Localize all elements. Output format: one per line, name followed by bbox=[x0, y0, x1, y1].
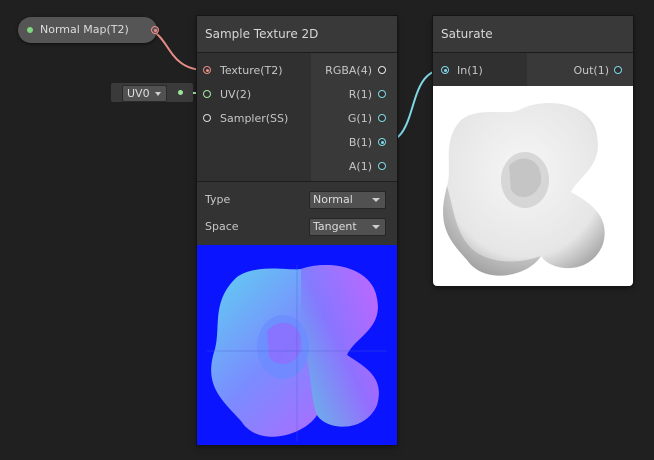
normal-map-property-node[interactable]: Normal Map(T2) bbox=[18, 17, 159, 43]
saturate-output-out[interactable]: Out(1) bbox=[527, 64, 633, 84]
uv-input-port[interactable] bbox=[203, 90, 211, 98]
output-b[interactable]: B(1) bbox=[311, 136, 397, 156]
sampler-input-port[interactable] bbox=[203, 114, 211, 122]
saturate-preview-image bbox=[443, 102, 605, 276]
uv-channel-dropdown[interactable]: UV0 bbox=[122, 85, 167, 102]
property-output-port[interactable] bbox=[151, 26, 159, 34]
texture-input-label: Texture(T2) bbox=[220, 64, 283, 77]
a-output-label: A(1) bbox=[348, 160, 372, 173]
sample-texture-2d-node[interactable]: Sample Texture 2D Texture(T2) UV(2) Samp… bbox=[197, 16, 397, 445]
node-title: Sample Texture 2D bbox=[205, 27, 319, 41]
g-output-label: G(1) bbox=[347, 112, 372, 125]
chevron-down-icon bbox=[372, 198, 380, 202]
saturate-preview bbox=[433, 86, 633, 286]
r-output-port[interactable] bbox=[378, 90, 386, 98]
in-input-label: In(1) bbox=[457, 64, 483, 77]
space-value: Tangent bbox=[313, 220, 357, 233]
g-output-port[interactable] bbox=[378, 114, 386, 122]
uv-output-port[interactable] bbox=[178, 90, 183, 95]
property-status-dot bbox=[27, 27, 33, 33]
normal-map-preview-image bbox=[207, 264, 387, 441]
b-output-label: B(1) bbox=[348, 136, 372, 149]
uv-input-label: UV(2) bbox=[220, 88, 252, 101]
a-output-port[interactable] bbox=[378, 162, 386, 170]
input-uv[interactable]: UV(2) bbox=[197, 88, 311, 108]
out-output-port[interactable] bbox=[614, 66, 622, 74]
out-output-label: Out(1) bbox=[573, 64, 609, 77]
output-rgba[interactable]: RGBA(4) bbox=[311, 64, 397, 84]
output-a[interactable]: A(1) bbox=[311, 160, 397, 180]
node-settings: Type Normal Space Tangent bbox=[197, 181, 397, 246]
rgba-output-port[interactable] bbox=[378, 66, 386, 74]
output-r[interactable]: R(1) bbox=[311, 88, 397, 108]
b-output-port[interactable] bbox=[378, 138, 386, 146]
rgba-output-label: RGBA(4) bbox=[325, 64, 372, 77]
property-label: Normal Map(T2) bbox=[40, 23, 129, 36]
output-g[interactable]: G(1) bbox=[311, 112, 397, 132]
space-dropdown[interactable]: Tangent bbox=[309, 218, 386, 236]
node-header[interactable]: Sample Texture 2D bbox=[197, 16, 397, 53]
input-sampler[interactable]: Sampler(SS) bbox=[197, 112, 311, 132]
in-input-port[interactable] bbox=[441, 66, 449, 74]
input-texture[interactable]: Texture(T2) bbox=[197, 64, 311, 84]
chevron-down-icon bbox=[155, 92, 161, 96]
normal-map-preview bbox=[197, 245, 397, 445]
saturate-input-in[interactable]: In(1) bbox=[433, 64, 527, 84]
sampler-input-label: Sampler(SS) bbox=[220, 112, 289, 125]
type-value: Normal bbox=[313, 193, 353, 206]
texture-input-port[interactable] bbox=[203, 66, 211, 74]
uv-channel-value: UV0 bbox=[127, 87, 150, 100]
saturate-node[interactable]: Saturate In(1) Out(1) bbox=[433, 16, 633, 286]
saturate-header[interactable]: Saturate bbox=[433, 16, 633, 53]
uv-inline-input: UV0 bbox=[111, 83, 193, 102]
type-label: Type bbox=[205, 193, 231, 206]
space-label: Space bbox=[205, 220, 239, 233]
r-output-label: R(1) bbox=[348, 88, 372, 101]
chevron-down-icon bbox=[372, 225, 380, 229]
type-dropdown[interactable]: Normal bbox=[309, 191, 386, 209]
saturate-title: Saturate bbox=[441, 27, 493, 41]
